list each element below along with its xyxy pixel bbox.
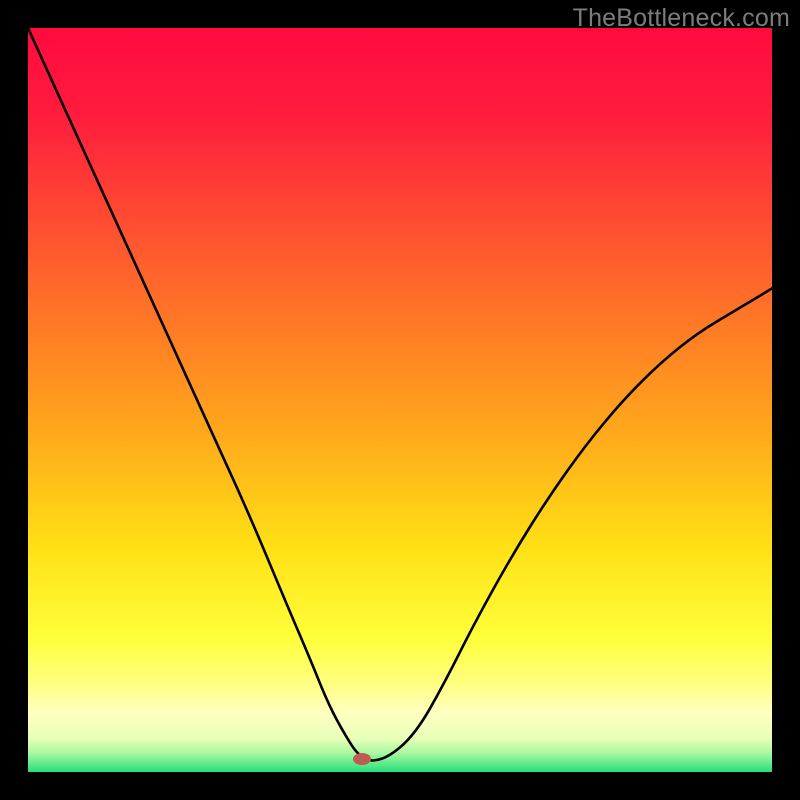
watermark-text: TheBottleneck.com: [573, 4, 790, 33]
chart-svg: [28, 28, 772, 772]
gradient-background: [28, 28, 772, 772]
plot-area: [28, 28, 772, 772]
chart-frame: TheBottleneck.com: [0, 0, 800, 800]
optimum-marker: [353, 753, 371, 765]
